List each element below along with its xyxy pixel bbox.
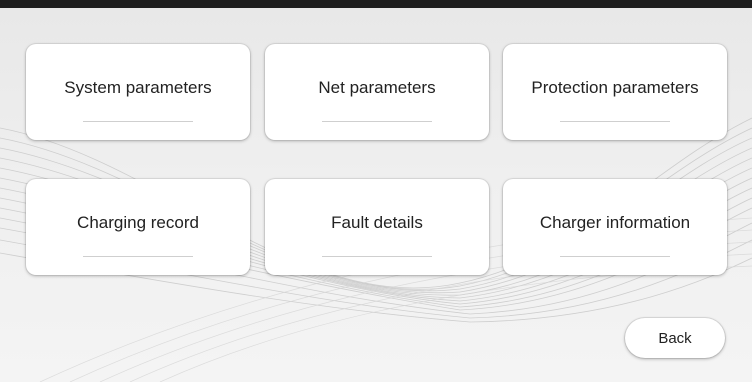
card-divider bbox=[322, 256, 432, 257]
card-divider bbox=[83, 256, 193, 257]
back-button[interactable]: Back bbox=[625, 318, 725, 358]
top-bezel bbox=[0, 0, 752, 8]
charger-information-button[interactable]: Charger information bbox=[503, 179, 727, 275]
fault-details-button[interactable]: Fault details bbox=[265, 179, 489, 275]
back-button-label: Back bbox=[658, 329, 692, 347]
fault-details-label: Fault details bbox=[331, 213, 423, 232]
net-parameters-button[interactable]: Net parameters bbox=[265, 44, 489, 140]
charging-record-label: Charging record bbox=[77, 213, 199, 232]
protection-parameters-label: Protection parameters bbox=[531, 78, 699, 97]
card-divider bbox=[560, 256, 670, 257]
system-parameters-label: System parameters bbox=[64, 78, 212, 97]
system-parameters-button[interactable]: System parameters bbox=[26, 44, 250, 140]
card-divider bbox=[560, 121, 670, 122]
card-divider bbox=[83, 121, 193, 122]
charger-information-label: Charger information bbox=[539, 213, 691, 232]
charging-record-button[interactable]: Charging record bbox=[26, 179, 250, 275]
protection-parameters-button[interactable]: Protection parameters bbox=[503, 44, 727, 140]
card-divider bbox=[322, 121, 432, 122]
net-parameters-label: Net parameters bbox=[318, 78, 436, 97]
